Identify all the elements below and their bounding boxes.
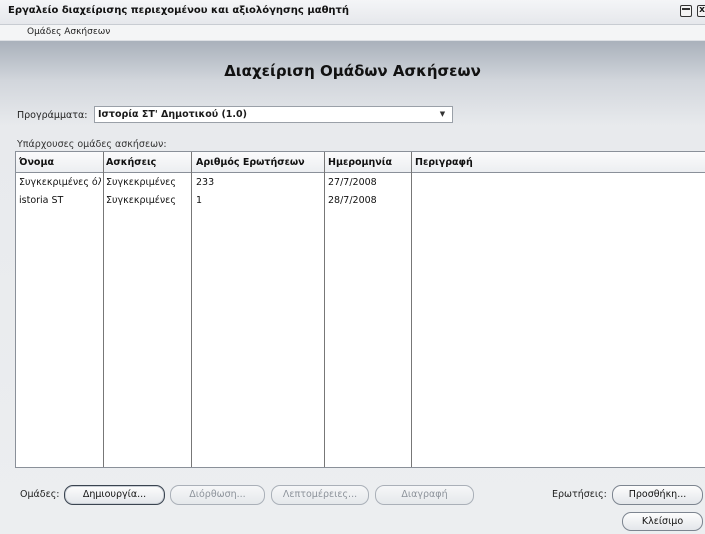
close-button[interactable]: Κλείσιμο [622, 512, 703, 531]
column-divider [191, 152, 192, 467]
menu-bar: Ομάδες Ασκήσεων [0, 25, 705, 41]
menu-item-exercise-groups[interactable]: Ομάδες Ασκήσεων [27, 27, 110, 37]
cell-question-count: 233 [196, 177, 215, 188]
table-header: Όνομα Ασκήσεις Αριθμός Ερωτήσεων Ημερομη… [16, 152, 705, 173]
column-divider [103, 152, 104, 467]
questions-label: Ερωτήσεις: [552, 489, 607, 500]
groups-label: Ομάδες: [20, 489, 60, 500]
cell-exercises: Συγκεκριμένες [106, 195, 176, 206]
program-label: Προγράμματα: [17, 110, 88, 121]
close-icon[interactable]: x [697, 5, 705, 17]
cell-date: 27/7/2008 [328, 177, 377, 188]
column-divider [324, 152, 325, 467]
cell-exercises: Συγκεκριμένες [106, 177, 176, 188]
cell-date: 28/7/2008 [328, 195, 377, 206]
cell-name: Συγκεκριμένες όλε [19, 177, 101, 188]
page-title: Διαχείριση Ομάδων Ασκήσεων [224, 62, 481, 80]
title-bar: Εργαλείο διαχείρισης περιεχομένου και αξ… [0, 0, 705, 25]
groups-table: Όνομα Ασκήσεις Αριθμός Ερωτήσεων Ημερομη… [15, 151, 705, 468]
program-select[interactable]: Ιστορία ΣΤ' Δημοτικού (1.0) ▼ [94, 106, 453, 123]
delete-button[interactable]: Διαγραφή [375, 485, 474, 505]
details-button[interactable]: Λεπτομέρειες... [271, 485, 369, 505]
column-header-name[interactable]: Όνομα [19, 157, 54, 168]
column-header-date[interactable]: Ημερομηνία [328, 157, 392, 168]
maximize-icon[interactable] [680, 5, 692, 17]
cell-name: istoria ST [19, 195, 64, 206]
edit-button[interactable]: Διόρθωση... [170, 485, 265, 505]
column-header-question-count[interactable]: Αριθμός Ερωτήσεων [196, 157, 305, 168]
column-divider [411, 152, 412, 467]
window-title: Εργαλείο διαχείρισης περιεχομένου και αξ… [8, 5, 350, 16]
create-button[interactable]: Δημιουργία... [64, 485, 165, 505]
add-question-button[interactable]: Προσθήκη... [612, 485, 703, 505]
column-header-exercises[interactable]: Ασκήσεις [106, 157, 156, 168]
column-header-description[interactable]: Περιγραφή [415, 157, 473, 168]
existing-groups-label: Υπάρχουσες ομάδες ασκήσεων: [17, 139, 167, 150]
chevron-down-icon[interactable]: ▼ [437, 109, 448, 120]
cell-question-count: 1 [196, 195, 203, 206]
program-select-value: Ιστορία ΣΤ' Δημοτικού (1.0) [98, 109, 247, 120]
